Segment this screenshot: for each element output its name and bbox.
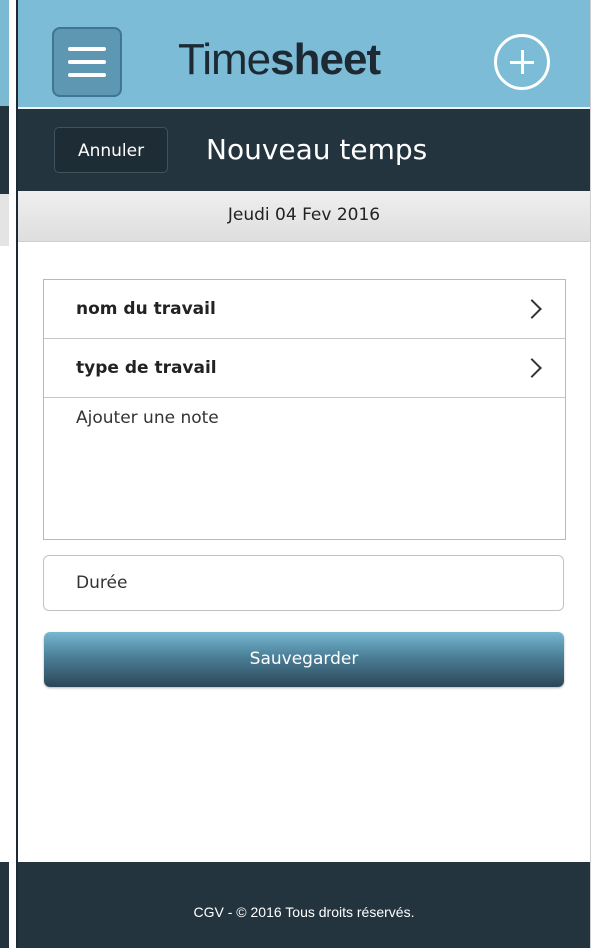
page-title: Nouveau temps xyxy=(206,133,428,166)
app-logo: Timesheet xyxy=(178,32,438,88)
edge-subbar-fragment xyxy=(0,106,9,194)
plus-circle-icon-stroke xyxy=(521,50,524,74)
hamburger-menu-icon-line xyxy=(68,60,106,64)
job-type-label: type de travail xyxy=(76,358,217,378)
hamburger-menu-icon-line xyxy=(68,73,106,77)
edge-topbar-fragment xyxy=(0,0,9,106)
sub-header: Annuler Nouveau temps xyxy=(18,109,590,191)
chevron-right-icon xyxy=(522,358,542,378)
timesheet-app: Timesheet Annuler Nouveau temps Jeudi 04… xyxy=(18,0,591,948)
cancel-button[interactable]: Annuler xyxy=(54,127,168,173)
logo-text-bold: sheet xyxy=(270,35,381,84)
adjacent-screen-edge xyxy=(0,0,18,948)
job-type-selector[interactable]: type de travail xyxy=(44,339,565,398)
app-screen: Timesheet Annuler Nouveau temps Jeudi 04… xyxy=(0,0,591,948)
duration-input[interactable] xyxy=(43,555,564,611)
job-name-label: nom du travail xyxy=(76,299,216,319)
date-label: Jeudi 04 Fev 2016 xyxy=(18,191,590,242)
add-button[interactable] xyxy=(494,34,550,90)
chevron-right-icon xyxy=(522,299,542,319)
footer: CGV - © 2016 Tous droits réservés. xyxy=(18,862,590,948)
menu-button[interactable] xyxy=(52,27,122,97)
job-name-selector[interactable]: nom du travail xyxy=(44,280,565,339)
save-button[interactable]: Sauvegarder xyxy=(44,632,564,687)
top-bar: Timesheet xyxy=(18,0,590,109)
edge-footer-fragment xyxy=(0,862,9,948)
hamburger-menu-icon xyxy=(68,47,106,51)
note-textarea[interactable] xyxy=(44,398,565,539)
edge-datebar-fragment xyxy=(0,194,9,246)
logo-text-light: Time xyxy=(178,35,271,84)
entry-form-card: nom du travail type de travail xyxy=(43,279,566,540)
footer-copyright[interactable]: CGV - © 2016 Tous droits réservés. xyxy=(194,904,415,920)
